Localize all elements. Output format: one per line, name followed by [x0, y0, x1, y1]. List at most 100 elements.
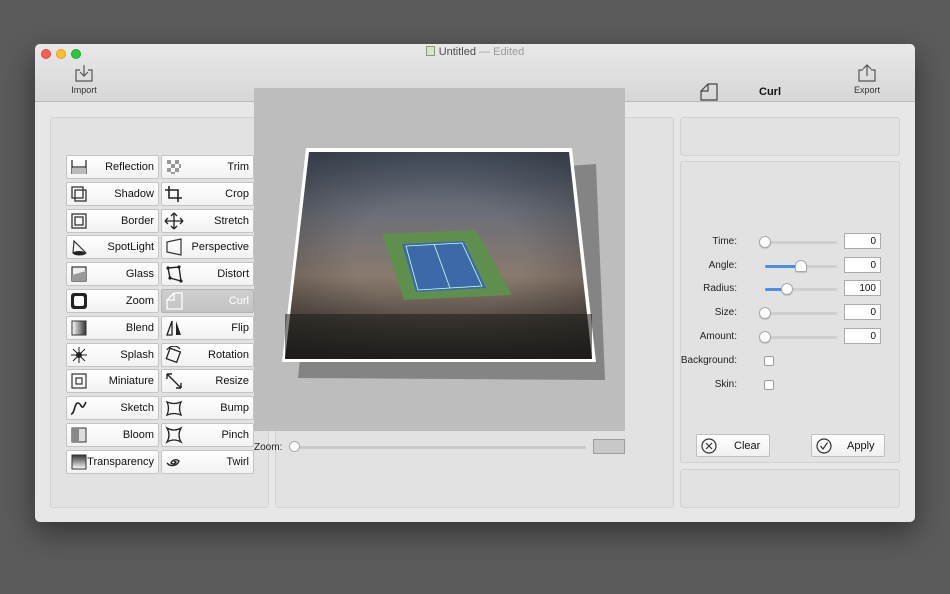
rotation-icon [165, 345, 182, 363]
effect-label: Bump [220, 402, 249, 415]
effect-button-rotation[interactable]: Rotation [161, 342, 254, 367]
effect-label: Shadow [114, 187, 154, 200]
perspective-icon [166, 238, 182, 257]
curl-icon [166, 292, 183, 310]
effect-button-pinch[interactable]: Pinch [161, 423, 254, 447]
effect-button-curl[interactable]: Curl [161, 289, 254, 313]
effect-button-miniature[interactable]: Miniature [66, 369, 159, 394]
effect-button-reflection[interactable]: Reflection [66, 155, 159, 179]
param-row-radius: Radius: 100 [645, 280, 881, 300]
window-title: Untitled — Edited [35, 46, 915, 58]
splash-icon [71, 346, 87, 363]
zoom-label: Zoom: [254, 442, 283, 453]
effect-label: Distort [217, 268, 249, 281]
skin-checkbox[interactable] [764, 379, 774, 390]
effect-label: Glass [125, 268, 154, 281]
effect-label: SpotLight [107, 241, 154, 254]
amount-slider-knob[interactable] [759, 330, 771, 343]
zoom-slider-knob[interactable] [289, 441, 300, 452]
effect-label: Trim [227, 161, 249, 173]
angle-slider-knob[interactable] [795, 259, 807, 272]
time-slider[interactable] [765, 241, 837, 244]
effect-button-glass[interactable]: Glass [66, 262, 159, 287]
size-slider-knob[interactable] [759, 307, 771, 320]
import-icon [75, 65, 93, 82]
zoom-slider[interactable] [294, 446, 586, 449]
effect-button-distort[interactable]: Distort [161, 262, 254, 287]
stretch-icon [164, 212, 184, 230]
apply-button[interactable]: Apply [811, 434, 885, 457]
angle-value-field[interactable]: 0 [844, 256, 881, 273]
export-button[interactable]: Export [847, 64, 887, 95]
effect-label: Rotation [208, 348, 249, 361]
preview-canvas[interactable] [254, 88, 625, 431]
effect-button-twirl[interactable]: Twirl [161, 449, 254, 474]
amount-value-field[interactable]: 0 [844, 327, 881, 344]
clear-button[interactable]: Clear [696, 434, 770, 457]
inspector-title: Curl [759, 86, 781, 98]
sketch-icon [70, 401, 87, 415]
curled-photo-preview [282, 148, 605, 380]
effect-label: Bloom [122, 429, 154, 441]
param-row-amount: Amount: 0 [645, 327, 881, 348]
effect-button-trim[interactable]: Trim [161, 155, 254, 179]
amount-slider[interactable] [765, 335, 837, 339]
param-row-skin: Skin: [645, 376, 865, 396]
effect-button-flip[interactable]: Flip [161, 315, 254, 340]
import-button[interactable]: Import [64, 64, 104, 95]
background-checkbox[interactable] [764, 356, 774, 366]
param-label: Radius: [703, 283, 737, 295]
effect-label: Miniature [108, 375, 154, 388]
effect-button-zoom[interactable]: Zoom [66, 289, 159, 313]
effect-label: Reflection [105, 161, 154, 173]
effect-label: Twirl [226, 455, 249, 468]
flip-icon [166, 320, 181, 336]
effect-button-sketch[interactable]: Sketch [66, 396, 159, 421]
zoom-icon [71, 293, 87, 309]
effect-button-resize[interactable]: Resize [161, 369, 254, 394]
document-icon [425, 46, 435, 56]
curl-icon [700, 83, 718, 101]
effect-button-transparency[interactable]: Transparency [66, 449, 159, 474]
background-color-well[interactable] [593, 439, 625, 454]
apply-icon [816, 438, 832, 454]
effect-button-bump[interactable]: Bump [161, 396, 254, 421]
effect-label: Blend [125, 321, 154, 334]
effect-button-crop[interactable]: Crop [161, 181, 254, 206]
apply-label: Apply [847, 440, 875, 452]
bump-icon [165, 400, 183, 417]
param-row-background: Background: [645, 352, 865, 372]
effect-label: Border [120, 214, 154, 227]
effect-label: Perspective [191, 241, 249, 254]
distort-icon [166, 265, 183, 283]
effect-label: Splash [120, 348, 154, 361]
param-label: Time: [712, 236, 737, 247]
radius-value-field[interactable]: 100 [844, 280, 881, 297]
window-title-text: Untitled [438, 46, 476, 58]
border-icon [71, 212, 87, 229]
actions-panel [680, 469, 900, 508]
effect-button-spotlight[interactable]: SpotLight [66, 235, 159, 260]
effect-label: Resize [215, 375, 249, 388]
resize-icon [166, 373, 182, 390]
pinch-icon [165, 426, 183, 444]
effect-button-splash[interactable]: Splash [66, 342, 159, 367]
effect-button-border[interactable]: Border [66, 208, 159, 233]
param-row-angle: Angle: 0 [645, 256, 881, 277]
effect-button-bloom[interactable]: Bloom [66, 423, 159, 447]
bloom-icon [71, 427, 87, 443]
reflection-icon [71, 160, 87, 174]
param-row-size: Size: 0 [645, 304, 881, 324]
shadow-icon [71, 186, 87, 202]
time-value-field[interactable]: 0 [844, 233, 881, 249]
radius-slider-knob[interactable] [780, 283, 793, 296]
size-value-field[interactable]: 0 [844, 304, 881, 321]
effect-button-blend[interactable]: Blend [66, 315, 159, 340]
param-label: Angle: [708, 259, 737, 271]
time-slider-knob[interactable] [759, 236, 771, 248]
export-label: Export [853, 85, 880, 95]
effect-button-perspective[interactable]: Perspective [161, 235, 254, 260]
size-slider[interactable] [765, 312, 837, 316]
effect-button-shadow[interactable]: Shadow [66, 181, 159, 206]
effect-button-stretch[interactable]: Stretch [161, 208, 254, 233]
